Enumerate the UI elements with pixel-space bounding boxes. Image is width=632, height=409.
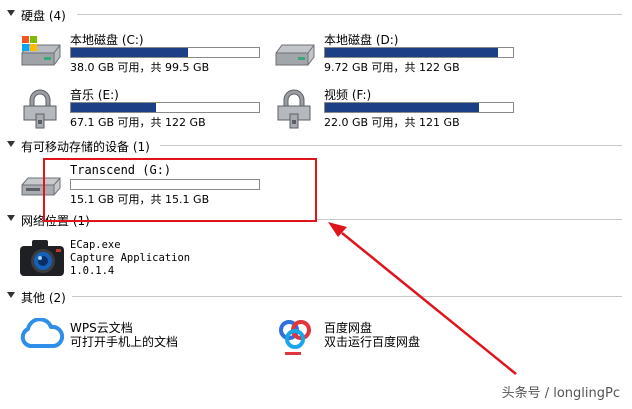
watermark: 头条号 / longlingPc xyxy=(501,386,620,401)
annotation-arrow-icon xyxy=(328,222,517,375)
